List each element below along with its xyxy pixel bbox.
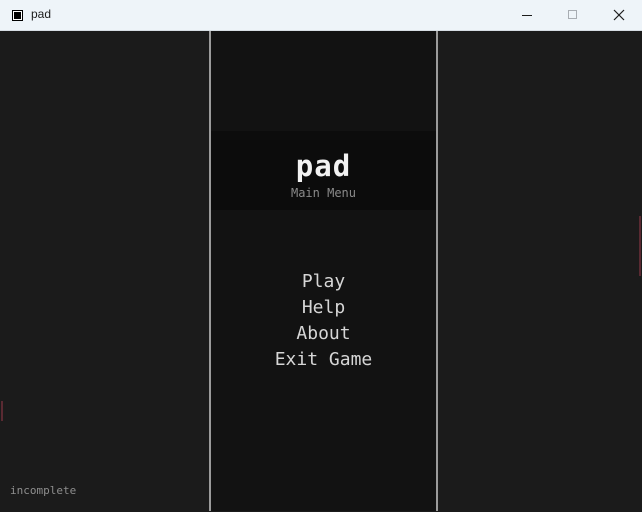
app-icon: [12, 10, 23, 21]
menu-item-about[interactable]: About: [211, 321, 436, 347]
right-edge-mark: [639, 216, 641, 276]
game-canvas[interactable]: pad Main Menu Play Help About Exit Game …: [1, 31, 641, 511]
title-banner: pad Main Menu: [211, 131, 436, 210]
right-side-panel: [438, 31, 641, 511]
game-title: pad: [295, 149, 352, 183]
game-subtitle: Main Menu: [290, 186, 357, 200]
status-label: incomplete: [10, 484, 77, 497]
minimize-button[interactable]: [504, 0, 550, 30]
close-icon: [613, 9, 625, 21]
left-side-panel: [1, 31, 209, 511]
minimize-icon: [522, 15, 532, 16]
app-window: pad pad Main Menu Play Help About Exit G…: [0, 0, 642, 512]
maximize-button[interactable]: [550, 0, 596, 30]
left-edge-mark: [1, 401, 3, 421]
main-menu: Play Help About Exit Game: [211, 269, 436, 373]
close-button[interactable]: [596, 0, 642, 30]
menu-item-exit-game[interactable]: Exit Game: [211, 347, 436, 373]
title-bar[interactable]: pad: [0, 0, 642, 31]
menu-column: pad Main Menu Play Help About Exit Game: [211, 31, 436, 511]
window-title: pad: [31, 7, 52, 21]
maximize-icon: [568, 10, 577, 19]
menu-item-help[interactable]: Help: [211, 295, 436, 321]
menu-item-play[interactable]: Play: [211, 269, 436, 295]
